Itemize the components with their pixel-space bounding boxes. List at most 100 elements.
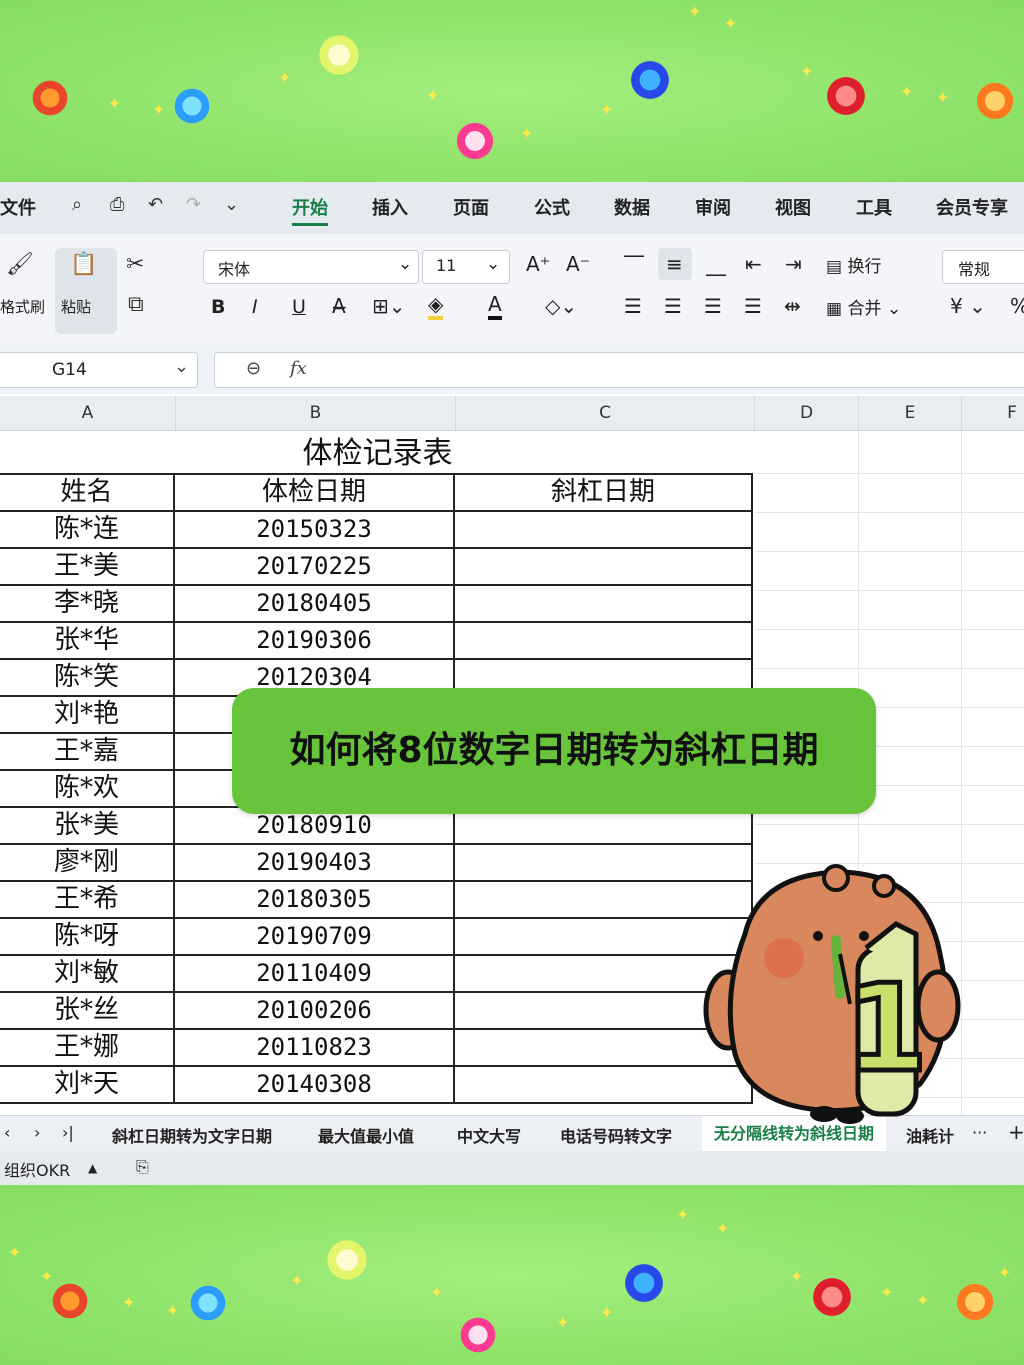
cut-icon[interactable]: ✂ bbox=[126, 254, 144, 276]
format-painter-label[interactable]: 格式刷 bbox=[0, 296, 45, 317]
copy-icon[interactable]: ⧉ bbox=[128, 294, 144, 316]
distribute-icon[interactable]: ⇹ bbox=[784, 294, 801, 318]
percent-icon[interactable]: % bbox=[1010, 294, 1024, 318]
tab-member[interactable]: 会员专享 bbox=[936, 194, 1008, 220]
cell-slash-date[interactable] bbox=[453, 621, 753, 660]
header-slash-date[interactable]: 斜杠日期 bbox=[453, 473, 753, 512]
tab-insert[interactable]: 插入 bbox=[372, 194, 408, 220]
align-left-icon[interactable]: ☰ bbox=[624, 294, 642, 318]
wrap-text-button[interactable]: ▤ 换行 bbox=[826, 252, 881, 277]
header-name[interactable]: 姓名 bbox=[0, 473, 175, 512]
more-sheets-icon[interactable]: ··· bbox=[972, 1123, 987, 1142]
sheet-title[interactable]: 体检记录表 bbox=[0, 431, 755, 473]
name-box[interactable] bbox=[0, 352, 198, 388]
currency-icon[interactable]: ¥ ⌄ bbox=[950, 294, 986, 318]
add-sheet-icon[interactable]: + bbox=[1008, 1120, 1024, 1144]
menu-file[interactable]: 文件 bbox=[0, 194, 36, 220]
caret-up-icon[interactable]: ▲ bbox=[88, 1161, 97, 1175]
format-painter-icon[interactable]: 🖌 bbox=[6, 254, 34, 276]
sheet-tab[interactable]: 最大值最小值 bbox=[318, 1123, 414, 1147]
cell-name[interactable]: 张*丝 bbox=[0, 991, 175, 1030]
sheet-tab[interactable]: 电话号码转文字 bbox=[560, 1123, 672, 1147]
cell-name[interactable]: 刘*天 bbox=[0, 1065, 175, 1104]
indent-icon[interactable]: ⇥ bbox=[785, 252, 802, 276]
justify-icon[interactable]: ☰ bbox=[744, 294, 762, 318]
cell-date[interactable]: 20190709 bbox=[173, 917, 455, 956]
cell-date[interactable]: 20180405 bbox=[173, 584, 455, 623]
cell-name[interactable]: 王*希 bbox=[0, 880, 175, 919]
fx-icon[interactable]: fx bbox=[290, 358, 307, 379]
column-header[interactable]: B bbox=[176, 396, 456, 430]
next-sheet-icon[interactable]: › bbox=[34, 1123, 40, 1142]
column-header[interactable]: D bbox=[755, 396, 859, 430]
cell-name[interactable]: 王*嘉 bbox=[0, 732, 175, 771]
cell-name[interactable]: 张*美 bbox=[0, 806, 175, 845]
chevron-down-icon[interactable]: ⌄ bbox=[224, 194, 239, 215]
column-header[interactable]: F bbox=[962, 396, 1024, 430]
save-icon[interactable]: ⌕ bbox=[72, 194, 82, 215]
prev-sheet-icon[interactable]: ‹ bbox=[4, 1123, 10, 1142]
tab-page[interactable]: 页面 bbox=[453, 194, 489, 220]
clear-format-icon[interactable]: ◇⌄ bbox=[545, 294, 577, 318]
column-header[interactable]: A bbox=[0, 396, 176, 430]
cell-date[interactable]: 20100206 bbox=[173, 991, 455, 1030]
strikethrough-icon[interactable]: A̶ bbox=[332, 294, 346, 318]
increase-font-icon[interactable]: A⁺ bbox=[526, 252, 550, 276]
sheet-tab[interactable]: 中文大写 bbox=[457, 1123, 521, 1147]
sheet-tab[interactable]: 斜杠日期转为文字日期 bbox=[112, 1123, 272, 1147]
cell-date[interactable]: 20190306 bbox=[173, 621, 455, 660]
cell-name[interactable]: 王*美 bbox=[0, 547, 175, 586]
align-right-icon[interactable]: ☰ bbox=[704, 294, 722, 318]
column-header[interactable]: E bbox=[859, 396, 962, 430]
tab-data[interactable]: 数据 bbox=[614, 194, 650, 220]
cell-name[interactable]: 刘*敏 bbox=[0, 954, 175, 993]
column-header[interactable]: C bbox=[456, 396, 755, 430]
align-bottom-icon[interactable]: ⎽ bbox=[706, 252, 726, 276]
cell-name[interactable]: 李*晓 bbox=[0, 584, 175, 623]
cell-name[interactable]: 陈*呀 bbox=[0, 917, 175, 956]
italic-button[interactable]: I bbox=[252, 296, 258, 318]
merge-button[interactable]: ▦ 合并 ⌄ bbox=[826, 294, 901, 319]
formula-input[interactable] bbox=[214, 352, 1024, 388]
print-preview-icon[interactable]: ⎙ bbox=[110, 194, 124, 215]
cell-slash-date[interactable] bbox=[453, 510, 753, 549]
tab-view[interactable]: 视图 bbox=[775, 194, 811, 220]
border-icon[interactable]: ⊞⌄ bbox=[372, 294, 406, 318]
macro-icon[interactable]: ⎘ bbox=[136, 1157, 149, 1177]
cell-date[interactable]: 20140308 bbox=[173, 1065, 455, 1104]
cell-name[interactable]: 刘*艳 bbox=[0, 695, 175, 734]
cell-name[interactable]: 廖*刚 bbox=[0, 843, 175, 882]
cell-name[interactable]: 陈*欢 bbox=[0, 769, 175, 808]
cell-slash-date[interactable] bbox=[453, 547, 753, 586]
cell-name[interactable]: 陈*笑 bbox=[0, 658, 175, 697]
align-center-icon[interactable]: ☰ bbox=[664, 294, 682, 318]
tab-review[interactable]: 审阅 bbox=[695, 194, 731, 220]
align-top-icon[interactable]: ⎺ bbox=[624, 252, 644, 276]
cell-name[interactable]: 陈*连 bbox=[0, 510, 175, 549]
fill-color-icon[interactable]: ◈ bbox=[428, 292, 444, 320]
cell-name[interactable]: 张*华 bbox=[0, 621, 175, 660]
cell-date[interactable]: 20170225 bbox=[173, 547, 455, 586]
header-date[interactable]: 体检日期 bbox=[173, 473, 455, 512]
cell-name[interactable]: 王*娜 bbox=[0, 1028, 175, 1067]
redo-icon[interactable]: ↷ bbox=[186, 194, 201, 215]
cell-date[interactable]: 20180305 bbox=[173, 880, 455, 919]
tab-home[interactable]: 开始 bbox=[292, 194, 328, 226]
cell-date[interactable]: 20150323 bbox=[173, 510, 455, 549]
bold-button[interactable]: B bbox=[211, 296, 225, 318]
cell-date[interactable]: 20110823 bbox=[173, 1028, 455, 1067]
okr-label[interactable]: 组织OKR bbox=[4, 1157, 70, 1181]
last-sheet-icon[interactable]: ›| bbox=[62, 1123, 74, 1142]
cell-slash-date[interactable] bbox=[453, 584, 753, 623]
font-color-icon[interactable]: A bbox=[488, 292, 502, 320]
tab-tools[interactable]: 工具 bbox=[856, 194, 892, 220]
cell-date[interactable]: 20110409 bbox=[173, 954, 455, 993]
decrease-font-icon[interactable]: A⁻ bbox=[566, 252, 590, 276]
tab-formula[interactable]: 公式 bbox=[534, 194, 570, 220]
outdent-icon[interactable]: ⇤ bbox=[745, 252, 762, 276]
cell-date[interactable]: 20190403 bbox=[173, 843, 455, 882]
zoom-icon[interactable]: ⊖ bbox=[246, 358, 261, 379]
undo-icon[interactable]: ↶ bbox=[148, 194, 163, 215]
sheet-tab[interactable]: 油耗计 bbox=[906, 1123, 954, 1147]
underline-button[interactable]: U bbox=[292, 296, 306, 318]
